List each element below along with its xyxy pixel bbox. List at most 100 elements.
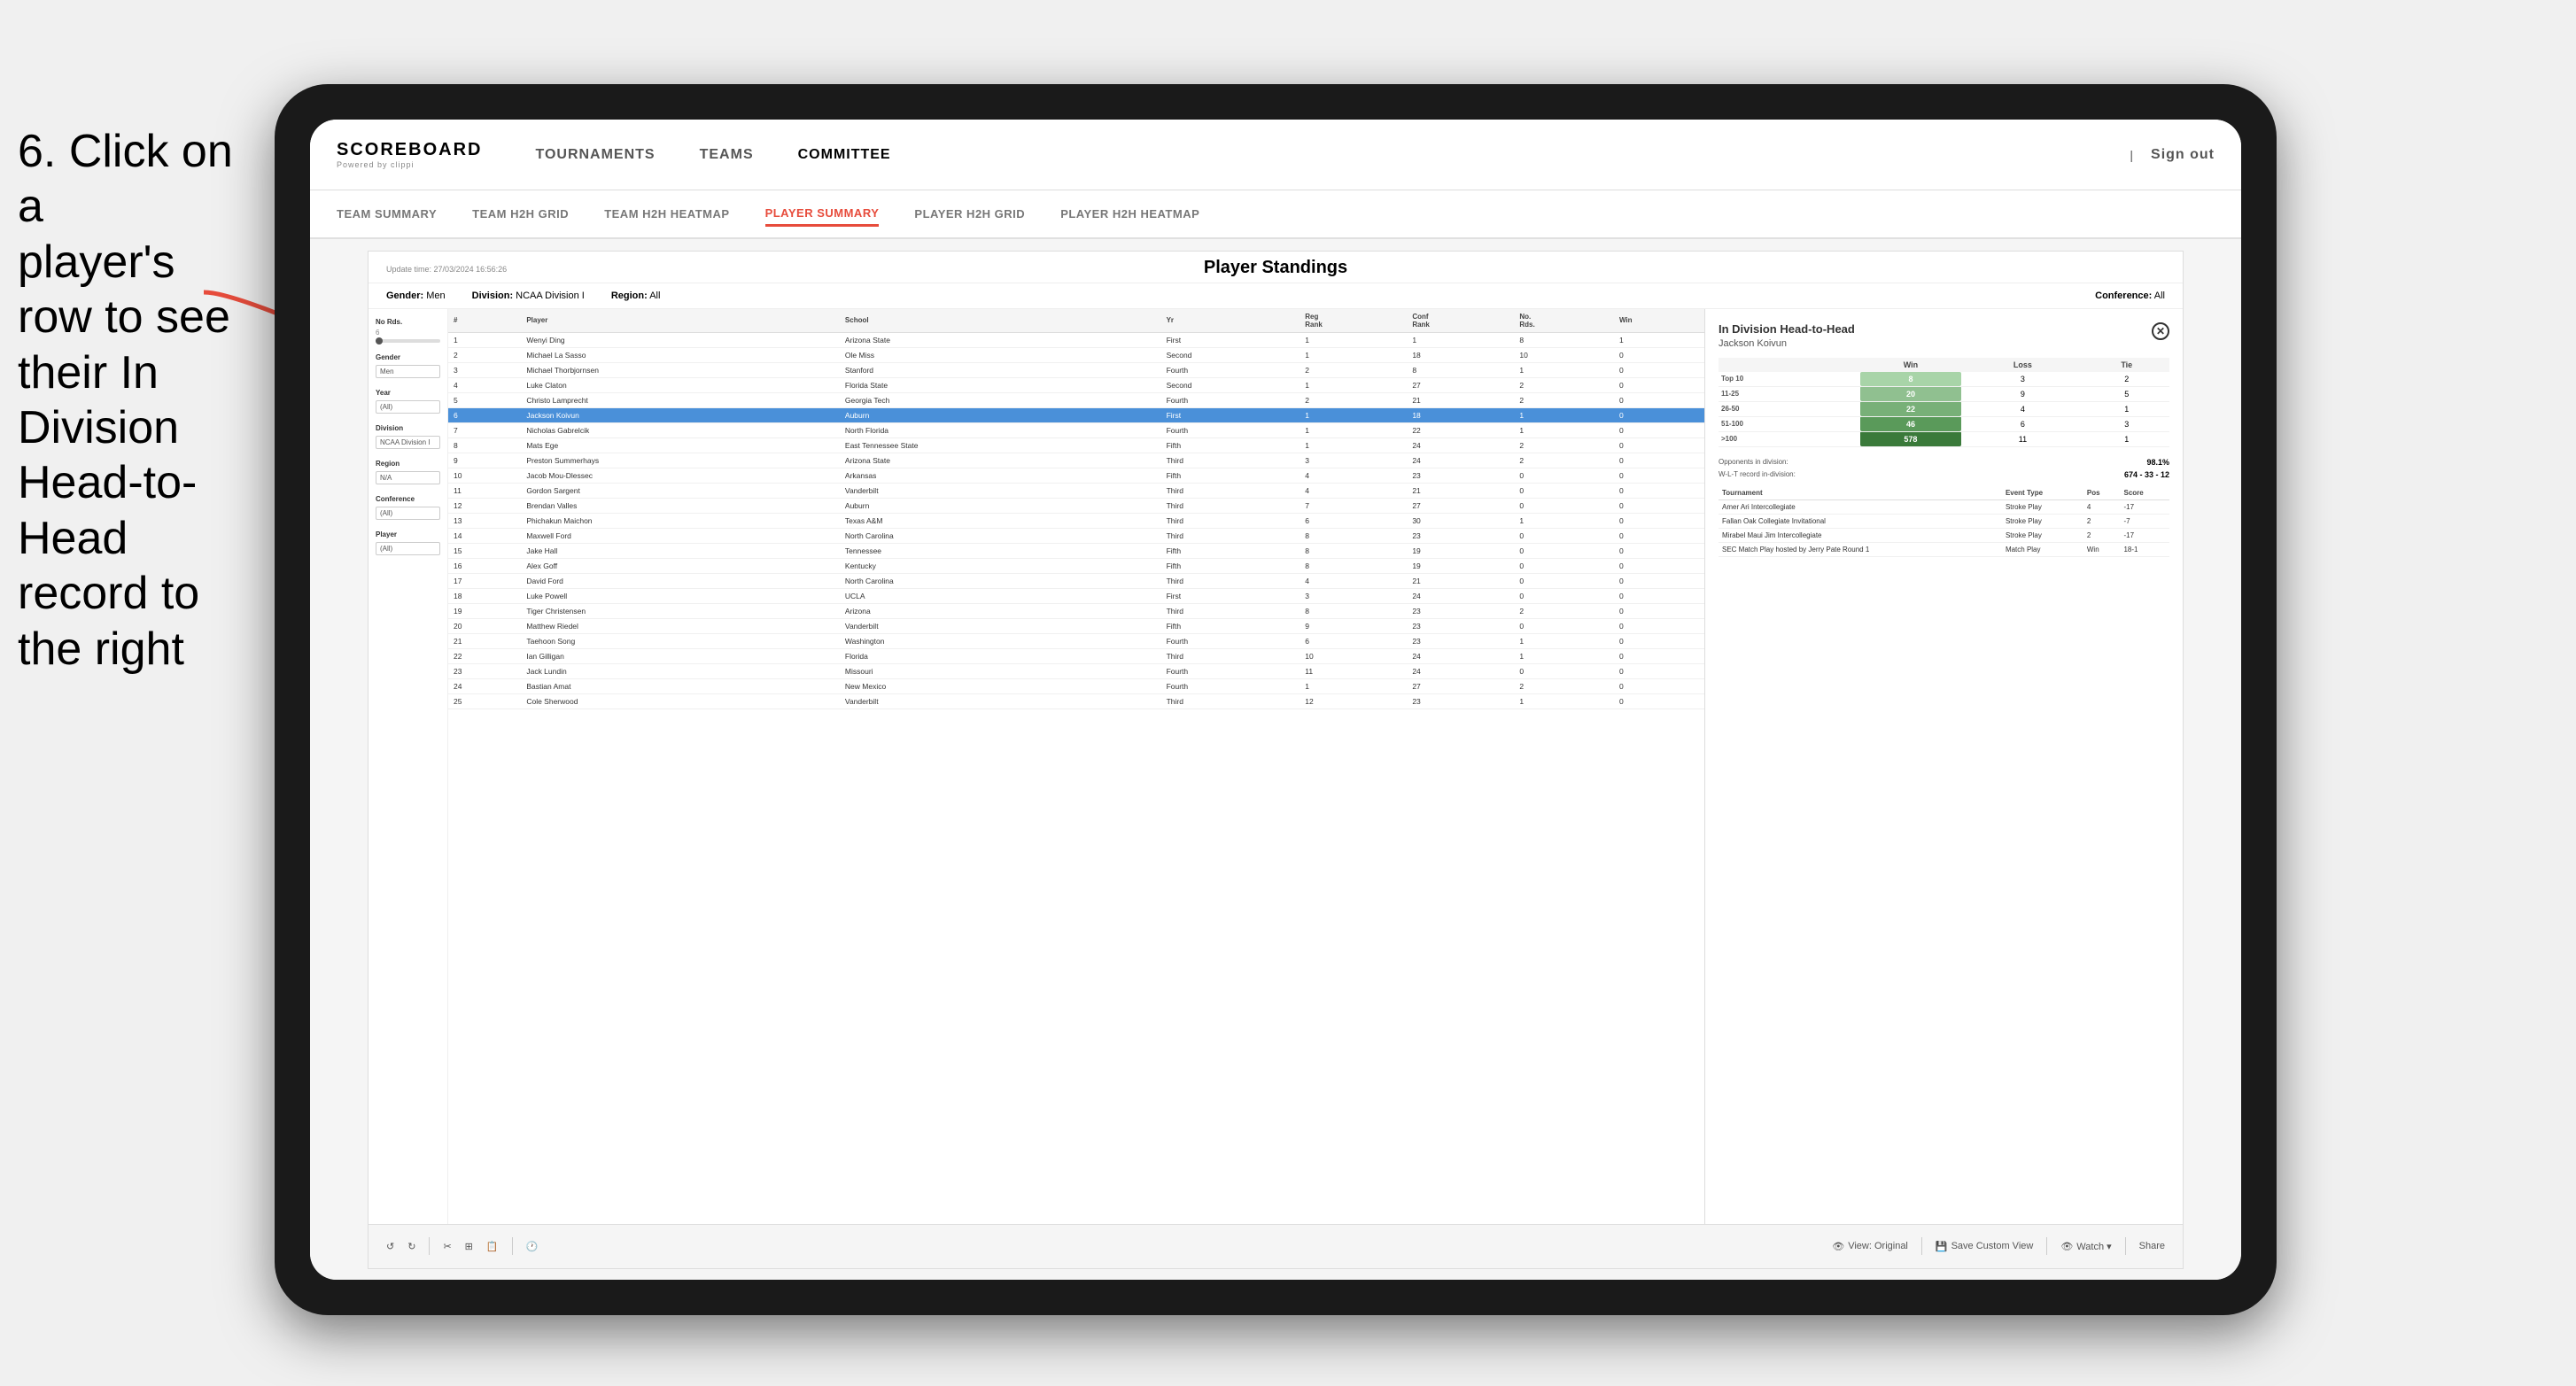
eye-icon: 👁 [1832, 1241, 1844, 1252]
nav-right: | Sign out [2130, 143, 2215, 167]
cell-player: Alex Goff [521, 558, 840, 573]
paste-button[interactable]: 📋 [486, 1241, 499, 1252]
table-row[interactable]: 11 Gordon Sargent Vanderbilt Third 4 21 … [448, 483, 1704, 498]
cut-button[interactable]: ✂ [443, 1241, 451, 1252]
sidebar-conference-value[interactable]: (All) [376, 507, 440, 520]
table-row[interactable]: 19 Tiger Christensen Arizona Third 8 23 … [448, 603, 1704, 618]
nav-tournaments[interactable]: TOURNAMENTS [535, 143, 655, 167]
sub-nav-team-h2h-grid[interactable]: TEAM H2H GRID [472, 203, 569, 225]
clock-button[interactable]: 🕐 [526, 1241, 539, 1252]
nav-committee[interactable]: COMMITTEE [798, 143, 891, 167]
sidebar-region-value[interactable]: N/A [376, 471, 440, 484]
wlt-value: 674 - 33 - 12 [2124, 470, 2169, 479]
slider-thumb[interactable] [376, 337, 383, 345]
sub-nav-team-summary[interactable]: TEAM SUMMARY [337, 203, 437, 225]
table-row[interactable]: 1 Wenyi Ding Arizona State First 1 1 8 1 [448, 332, 1704, 347]
tournament-cell-type: Stroke Play [2002, 499, 2083, 514]
table-row[interactable]: 24 Bastian Amat New Mexico Fourth 1 27 2… [448, 678, 1704, 693]
table-row[interactable]: 4 Luke Claton Florida State Second 1 27 … [448, 377, 1704, 392]
table-row[interactable]: 8 Mats Ege East Tennessee State Fifth 1 … [448, 437, 1704, 453]
table-row[interactable]: 2 Michael La Sasso Ole Miss Second 1 18 … [448, 347, 1704, 362]
tournament-cell-score: -7 [2120, 514, 2169, 528]
cell-no-rds: 0 [1514, 543, 1614, 558]
undo-button[interactable]: ↺ [386, 1241, 394, 1252]
h2h-cell-loss: 9 [1961, 386, 2083, 401]
table-row[interactable]: 10 Jacob Mou-Dlessec Arkansas Fifth 4 23… [448, 468, 1704, 483]
division-label: Division: [472, 290, 513, 301]
table-row[interactable]: 7 Nicholas Gabrelcik North Florida Fourt… [448, 422, 1704, 437]
cell-player: Michael Thorbjornsen [521, 362, 840, 377]
sidebar-player-value[interactable]: (All) [376, 542, 440, 555]
table-row[interactable]: 18 Luke Powell UCLA First 3 24 0 0 [448, 588, 1704, 603]
redo-button[interactable]: ↻ [407, 1241, 415, 1252]
cell-no-rds: 1 [1514, 648, 1614, 663]
no-rds-label: No Rds. [376, 318, 440, 326]
conference-filter-group: Conference (All) [376, 495, 440, 520]
cell-conf-rank: 27 [1407, 377, 1514, 392]
table-row[interactable]: 14 Maxwell Ford North Carolina Third 8 2… [448, 528, 1704, 543]
table-row[interactable]: 22 Ian Gilligan Florida Third 10 24 1 0 [448, 648, 1704, 663]
cell-reg-rank: 7 [1300, 498, 1407, 513]
save-custom-button[interactable]: 💾 Save Custom View [1936, 1241, 2033, 1252]
cell-conf-rank: 27 [1407, 678, 1514, 693]
cell-win: 0 [1614, 603, 1704, 618]
cell-player: Luke Claton [521, 377, 840, 392]
sub-nav-team-h2h-heatmap[interactable]: TEAM H2H HEATMAP [604, 203, 729, 225]
table-row[interactable]: 25 Cole Sherwood Vanderbilt Third 12 23 … [448, 693, 1704, 708]
cell-yr: Third [1161, 453, 1300, 468]
cell-rank: 18 [448, 588, 521, 603]
cell-reg-rank: 8 [1300, 558, 1407, 573]
sidebar-division-value[interactable]: NCAA Division I [376, 436, 440, 449]
cell-yr: Fifth [1161, 468, 1300, 483]
cell-no-rds: 0 [1514, 498, 1614, 513]
cell-school: Florida State [840, 377, 1161, 392]
cell-player: Tiger Christensen [521, 603, 840, 618]
table-row[interactable]: 23 Jack Lundin Missouri Fourth 11 24 0 0 [448, 663, 1704, 678]
cell-school: North Carolina [840, 573, 1161, 588]
nav-teams[interactable]: TEAMS [700, 143, 754, 167]
table-row[interactable]: 3 Michael Thorbjornsen Stanford Fourth 2… [448, 362, 1704, 377]
cell-win: 0 [1614, 558, 1704, 573]
watch-button[interactable]: 👁 Watch ▾ [2060, 1241, 2111, 1252]
cell-no-rds: 0 [1514, 573, 1614, 588]
nav-signout[interactable]: Sign out [2151, 143, 2215, 167]
sidebar-year-value[interactable]: (All) [376, 400, 440, 414]
cell-win: 0 [1614, 422, 1704, 437]
table-row[interactable]: 17 David Ford North Carolina Third 4 21 … [448, 573, 1704, 588]
tablet-frame: SCOREBOARD Powered by clippi TOURNAMENTS… [275, 84, 2277, 1315]
conference-value: All [2154, 290, 2165, 301]
cell-conf-rank: 24 [1407, 588, 1514, 603]
cell-school: Missouri [840, 663, 1161, 678]
h2h-title: In Division Head-to-Head [1719, 322, 1855, 336]
h2h-cell-tie: 1 [2084, 431, 2169, 446]
cell-player: Luke Powell [521, 588, 840, 603]
cell-rank: 12 [448, 498, 521, 513]
table-row[interactable]: 16 Alex Goff Kentucky Fifth 8 19 0 0 [448, 558, 1704, 573]
sub-nav-player-h2h-grid[interactable]: PLAYER H2H GRID [914, 203, 1025, 225]
share-button[interactable]: Share [2139, 1241, 2165, 1251]
tournament-col-pos: Pos [2083, 486, 2121, 500]
h2h-cell-label: >100 [1719, 431, 1860, 446]
view-original-button[interactable]: 👁 View: Original [1832, 1241, 1908, 1252]
table-row[interactable]: 20 Matthew Riedel Vanderbilt Fifth 9 23 … [448, 618, 1704, 633]
table-row[interactable]: 21 Taehoon Song Washington Fourth 6 23 1… [448, 633, 1704, 648]
table-row[interactable]: 6 Jackson Koivun Auburn First 1 18 1 0 [448, 407, 1704, 422]
table-row[interactable]: 13 Phichakun Maichon Texas A&M Third 6 3… [448, 513, 1704, 528]
cell-reg-rank: 2 [1300, 392, 1407, 407]
sub-nav-player-summary[interactable]: PLAYER SUMMARY [765, 202, 880, 227]
cell-rank: 11 [448, 483, 521, 498]
table-row[interactable]: 5 Christo Lamprecht Georgia Tech Fourth … [448, 392, 1704, 407]
table-container[interactable]: # Player School Yr RegRank ConfRank No.R… [448, 309, 1704, 1224]
h2h-close-button[interactable]: ✕ [2152, 322, 2169, 340]
table-row[interactable]: 9 Preston Summerhays Arizona State Third… [448, 453, 1704, 468]
table-row[interactable]: 12 Brendan Valles Auburn Third 7 27 0 0 [448, 498, 1704, 513]
copy-button[interactable]: ⊞ [465, 1241, 473, 1252]
sidebar-gender-value[interactable]: Men [376, 365, 440, 378]
cell-yr: Third [1161, 513, 1300, 528]
slider-track[interactable] [376, 339, 440, 343]
sub-nav-player-h2h-heatmap[interactable]: PLAYER H2H HEATMAP [1060, 203, 1199, 225]
tournament-col-type: Event Type [2002, 486, 2083, 500]
cell-school: North Carolina [840, 528, 1161, 543]
table-row[interactable]: 15 Jake Hall Tennessee Fifth 8 19 0 0 [448, 543, 1704, 558]
instruction-line5: record to the right [18, 568, 199, 674]
